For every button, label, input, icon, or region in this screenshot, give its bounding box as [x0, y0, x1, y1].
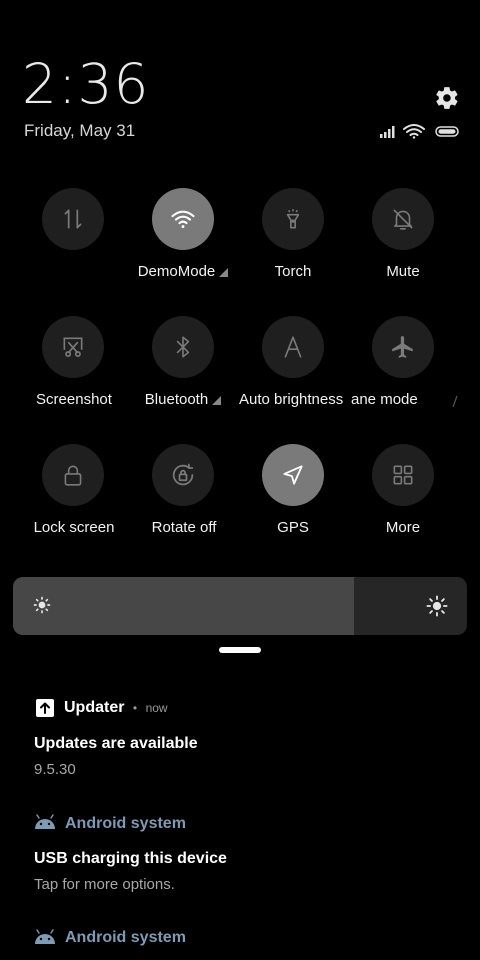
tile-mute-label: Mute [386, 263, 420, 280]
notification-title: Updates are available [34, 735, 198, 752]
panel-drag-handle[interactable] [219, 647, 261, 653]
auto-brightness-icon [262, 316, 324, 378]
tile-next-page-fragment [452, 392, 458, 408]
tile-wifi-label: DemoMode [124, 263, 242, 280]
notification-time: now [145, 701, 168, 715]
tile-rotate-label: Rotate off [151, 519, 217, 536]
rotate-lock-icon [152, 444, 214, 506]
tile-mute[interactable] [372, 188, 434, 250]
tile-bluetooth[interactable] [152, 316, 214, 378]
brightness-low-icon [33, 596, 51, 619]
grid-icon [372, 444, 434, 506]
lock-icon [42, 444, 104, 506]
android-icon [34, 929, 56, 950]
clock[interactable]: 2:36 [22, 54, 150, 114]
notification-header: Updater • now [64, 699, 168, 717]
notification-text: 9.5.30 [34, 761, 76, 778]
battery-icon [435, 126, 459, 137]
bluetooth-icon [152, 316, 214, 378]
notification-app-name: Android system [65, 815, 186, 832]
date[interactable]: Friday, May 31 [24, 121, 135, 141]
notification-title: USB charging this device [34, 850, 227, 867]
brightness-slider[interactable] [13, 577, 467, 635]
airplane-icon [372, 316, 434, 378]
status-bar-icons [380, 122, 460, 140]
tile-torch-label: Torch [274, 263, 312, 280]
tile-airplane-label: ane mode [351, 391, 418, 408]
tile-wifi[interactable] [152, 188, 214, 250]
tile-more-label: More [385, 519, 421, 536]
tile-airplane[interactable] [372, 316, 434, 378]
tile-lock-screen-label: Lock screen [33, 519, 115, 536]
tile-gps-label: GPS [277, 519, 309, 536]
screenshot-icon [42, 316, 104, 378]
tile-data[interactable] [42, 188, 104, 250]
tile-rotate[interactable] [152, 444, 214, 506]
bell-mute-icon [372, 188, 434, 250]
upload-arrow-icon [36, 699, 54, 717]
tile-screenshot-label: Screenshot [36, 391, 112, 408]
notification-dot: • [132, 701, 138, 715]
notification-app-name: Android system [65, 929, 186, 946]
tile-auto-brightness[interactable] [262, 316, 324, 378]
tile-screenshot[interactable] [42, 316, 104, 378]
tile-more[interactable] [372, 444, 434, 506]
data-transfer-icon [42, 188, 104, 250]
wifi-icon [152, 188, 214, 250]
torch-icon [262, 188, 324, 250]
tile-lock-screen[interactable] [42, 444, 104, 506]
signal-icon [380, 126, 395, 138]
gps-icon [262, 444, 324, 506]
notification-text: Tap for more options. [34, 876, 175, 893]
brightness-slider-fill [13, 577, 354, 635]
notification-app-name: Updater [64, 699, 125, 716]
settings-gear-icon[interactable] [434, 85, 460, 111]
wifi-status-icon [403, 124, 425, 139]
android-icon [34, 814, 56, 835]
tile-auto-brightness-label: Auto brightness [239, 391, 344, 408]
brightness-high-icon [426, 595, 448, 622]
tile-bluetooth-label: Bluetooth [124, 391, 242, 408]
tile-torch[interactable] [262, 188, 324, 250]
tile-gps[interactable] [262, 444, 324, 506]
